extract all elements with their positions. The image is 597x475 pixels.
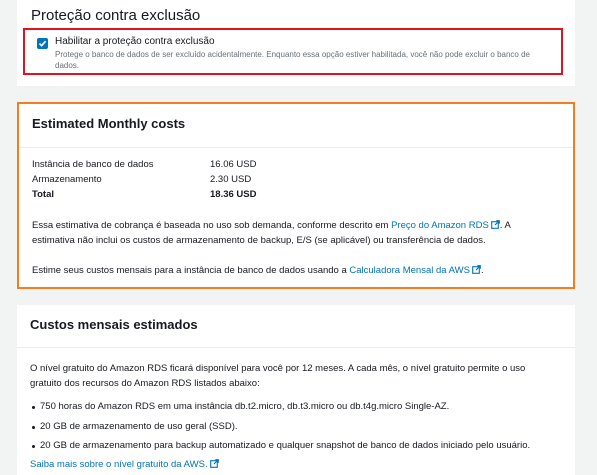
aws-calculator-link-label[interactable]: Calculadora Mensal da AWS [349,265,470,276]
cost-label: Total [32,189,54,200]
external-link-icon[interactable] [472,265,481,274]
cost-value: 16.06 USD [210,159,257,170]
external-link-icon[interactable] [490,220,500,229]
estimate-note-text: Estime seus custos mensais para a instân… [32,265,350,276]
external-link-icon[interactable] [209,459,219,468]
estimate-note-text: . [480,265,484,276]
card-header: Custos mensais estimados [17,305,575,348]
cost-value: 2.30 USD [210,174,252,185]
cost-row: Instância de banco de dados 16.06 USD [32,159,292,174]
rds-pricing-link[interactable]: Preço do Amazon RDS [391,220,500,231]
deletion-protection-section: Proteção contra exclusão Habilitar a pro… [17,0,575,86]
estimated-costs-card: Estimated Monthly costs Instância de ban… [17,102,575,289]
cost-table: Instância de banco de dados 16.06 USD Ar… [32,159,292,204]
free-tier-card: Custos mensais estimados O nível gratuit… [17,305,575,475]
check-icon [38,40,47,47]
pricing-note-text: Essa estimativa de cobrança é baseada no… [32,220,392,231]
free-tier-link[interactable]: Saiba mais sobre o nível gratuito da AWS… [30,459,219,470]
free-tier-list: 750 horas do Amazon RDS em uma instância… [30,401,570,460]
card-title: Custos mensais estimados [30,317,198,332]
deletion-protection-checkbox[interactable] [37,38,48,49]
card-header: Estimated Monthly costs [19,104,573,148]
list-item: 750 horas do Amazon RDS em uma instância… [30,401,570,421]
checkbox-label[interactable]: Habilitar a proteção contra exclusão [55,36,215,47]
estimate-note: Estime seus custos mensais para a instân… [32,263,552,278]
free-tier-intro: O nível gratuito do Amazon RDS ficará di… [30,363,526,389]
cost-label: Instância de banco de dados [32,159,154,170]
checkbox-description: Protege o banco de dados de ser excluído… [55,50,530,70]
list-item: 20 GB de armazenamento para backup autom… [30,440,570,460]
rds-pricing-link-label[interactable]: Preço do Amazon RDS [391,220,489,231]
cost-row-total: Total 18.36 USD [32,189,292,204]
free-tier-link-label[interactable]: Saiba mais sobre o nível gratuito da AWS… [30,459,208,470]
deletion-protection-highlight: Habilitar a proteção contra exclusão Pro… [23,28,563,75]
pricing-note: Essa estimativa de cobrança é baseada no… [32,218,552,248]
cost-row: Armazenamento 2.30 USD [32,174,292,189]
card-title: Estimated Monthly costs [32,116,186,131]
cost-value: 18.36 USD [210,189,257,200]
aws-calculator-link[interactable]: Calculadora Mensal da AWS [349,265,481,276]
cost-label: Armazenamento [32,174,102,185]
list-item: 20 GB de armazenamento de uso geral (SSD… [30,421,570,441]
section-title: Proteção contra exclusão [31,7,201,24]
